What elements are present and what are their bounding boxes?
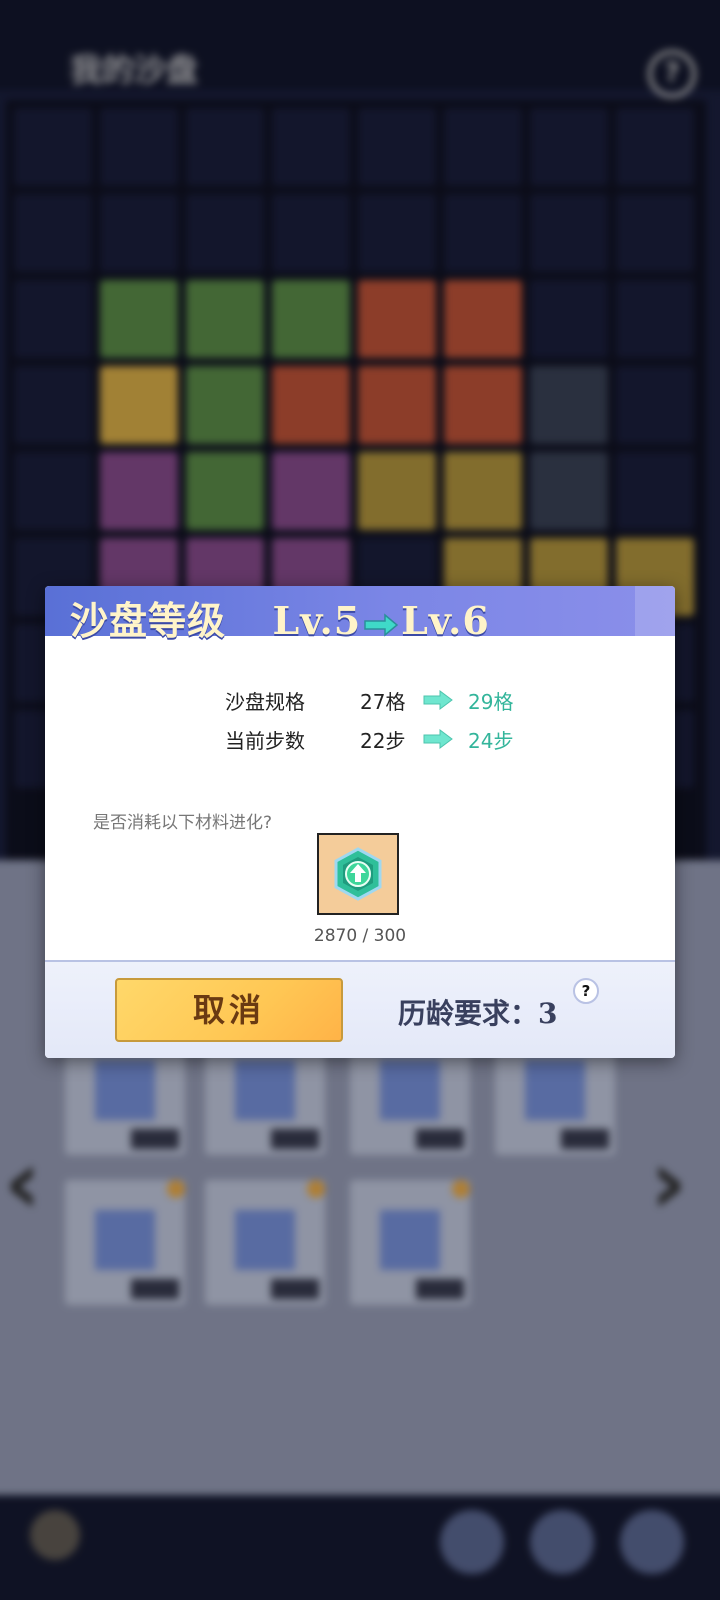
upgrade-crystal-icon — [334, 847, 382, 901]
stat-new-value: 29格 — [468, 690, 514, 714]
help-icon[interactable]: ? — [573, 978, 599, 1004]
title-from-level: Lv.5 — [272, 598, 362, 643]
upgrade-dialog: 沙盘等级 Lv.5 Lv.6 沙盘规格 27格 29格 当前步数 22步 24步 … — [45, 586, 675, 1058]
cancel-button[interactable]: 取消 — [115, 978, 343, 1042]
stat-old-value: 22步 — [360, 729, 406, 753]
dialog-header: 沙盘等级 Lv.5 Lv.6 — [45, 586, 675, 643]
age-requirement: 历龄要求：3 — [398, 997, 558, 1030]
arrow-right-icon — [423, 690, 453, 714]
stat-old-value: 27格 — [360, 690, 406, 714]
stat-row-steps: 当前步数 22步 24步 — [45, 725, 675, 757]
material-count: 2870 / 300 — [313, 926, 407, 946]
title-to-level: Lv.6 — [401, 598, 490, 643]
title-prefix: 沙盘等级 — [70, 598, 227, 643]
stat-row-size: 沙盘规格 27格 29格 — [45, 686, 675, 718]
dialog-footer: 取消 历龄要求：3 ? — [45, 960, 675, 1058]
dialog-title: 沙盘等级 Lv.5 Lv.6 — [70, 590, 490, 645]
stat-label: 沙盘规格 — [225, 690, 305, 714]
stat-label: 当前步数 — [225, 729, 305, 753]
level-arrow-icon — [363, 612, 399, 637]
consume-question: 是否消耗以下材料进化? — [93, 813, 273, 833]
stat-new-value: 24步 — [468, 729, 514, 753]
arrow-right-icon — [423, 729, 453, 753]
material-slot[interactable] — [317, 833, 399, 915]
